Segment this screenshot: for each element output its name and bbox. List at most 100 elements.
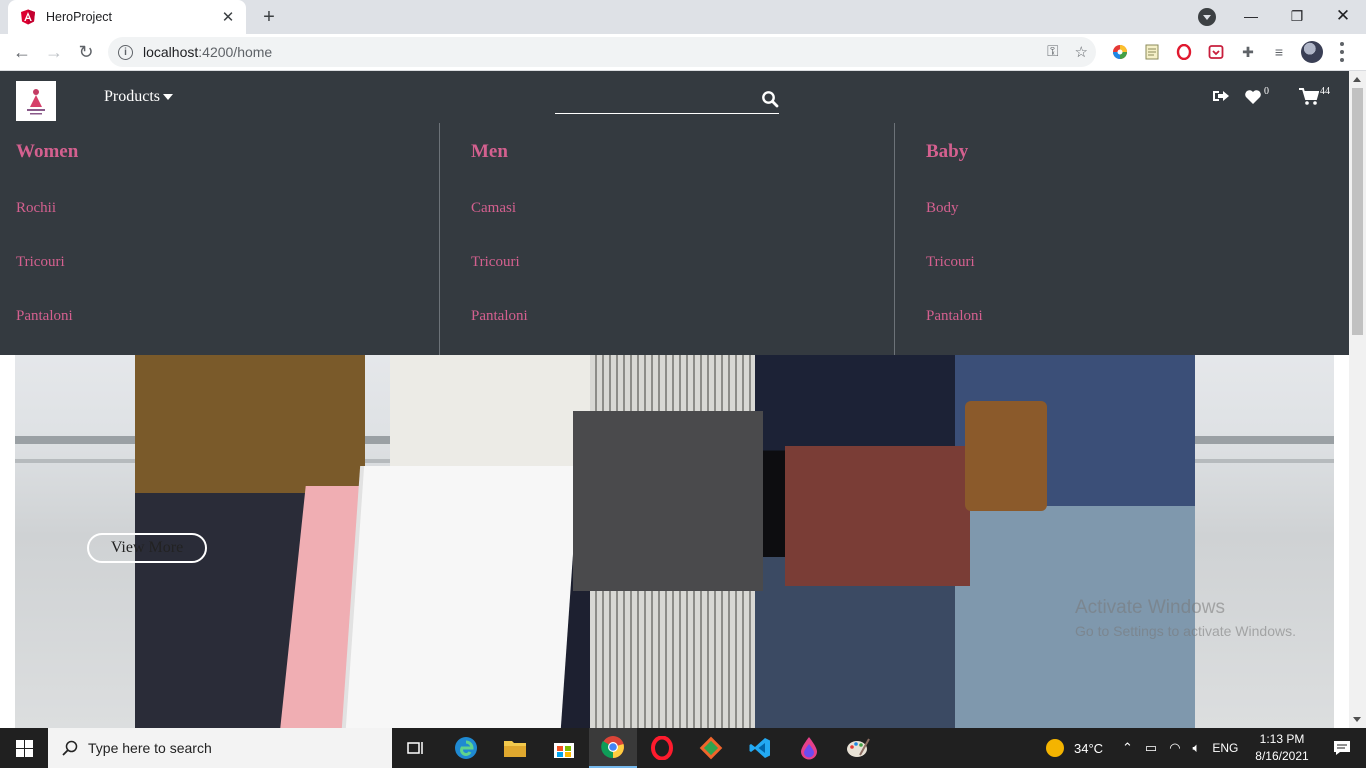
language-indicator[interactable]: ENG <box>1212 741 1238 755</box>
taskbar-search-box[interactable]: Type here to search <box>48 728 392 768</box>
app-navbar: Products 0 44 <box>0 71 1349 123</box>
chrome-icon[interactable] <box>589 728 637 768</box>
menu-item[interactable]: Pantaloni <box>16 308 439 325</box>
menu-item[interactable]: Pantaloni <box>471 308 894 325</box>
products-label: Products <box>104 88 160 105</box>
file-explorer-icon[interactable] <box>491 728 539 768</box>
clock-date: 8/16/2021 <box>1255 749 1309 763</box>
reload-icon[interactable]: ↻ <box>73 39 99 65</box>
menu-column-women: Women Rochii Tricouri Pantaloni <box>0 123 439 355</box>
git-client-icon[interactable] <box>687 728 735 768</box>
products-dropdown-toggle[interactable]: Products <box>104 88 173 106</box>
windows-taskbar: Type here to search 34°C ⌃ ▭ ◠ 🔈︎ ENG 1:… <box>0 728 1366 768</box>
tab-close-icon[interactable]: ✕ <box>220 9 236 26</box>
scroll-down-icon[interactable] <box>1353 717 1361 722</box>
menu-column-baby: Baby Body Tricouri Pantaloni <box>894 123 1349 355</box>
menu-item[interactable]: Body <box>926 200 1349 217</box>
browser-tab[interactable]: HeroProject ✕ <box>8 0 246 34</box>
volume-icon[interactable]: 🔈︎ <box>1193 740 1201 756</box>
windows-logo-icon <box>15 739 33 757</box>
weather-widget[interactable]: 34°C <box>1046 728 1103 768</box>
bookmark-star-icon[interactable]: ☆ <box>1075 43 1088 61</box>
menu-item[interactable]: Rochii <box>16 200 439 217</box>
start-button[interactable] <box>0 728 48 768</box>
minimize-icon[interactable]: — <box>1228 0 1274 32</box>
key-icon[interactable]: ⚿ <box>1047 43 1058 61</box>
taskbar-search-placeholder: Type here to search <box>88 740 212 756</box>
scroll-thumb[interactable] <box>1352 88 1363 335</box>
hero-person <box>955 301 1195 728</box>
address-bar[interactable]: i localhost:4200/home ⚿ ☆ <box>108 37 1096 67</box>
search-icon[interactable] <box>761 90 779 108</box>
notifications-icon[interactable] <box>1318 728 1366 768</box>
search-input[interactable] <box>555 86 755 112</box>
clock-time: 1:13 PM <box>1259 732 1305 746</box>
taskbar-search-icon <box>62 740 78 756</box>
site-logo[interactable] <box>16 81 56 121</box>
hero-banner: View More Activate Windows Go to Setting… <box>15 301 1334 728</box>
weather-temperature: 34°C <box>1074 740 1104 756</box>
restore-icon[interactable]: ❐ <box>1274 0 1320 32</box>
tab-title: HeroProject <box>46 10 112 24</box>
window-close-icon[interactable]: ✕ <box>1320 0 1366 32</box>
products-mega-menu: Women Rochii Tricouri Pantaloni Men Cama… <box>0 123 1349 355</box>
media-queue-icon[interactable]: ≡ <box>1270 43 1288 61</box>
brown-shopping-bag <box>785 446 970 586</box>
page-viewport: View More Activate Windows Go to Setting… <box>0 71 1366 728</box>
notes-extension-icon[interactable] <box>1143 43 1161 61</box>
menu-column-title[interactable]: Baby <box>926 141 1349 163</box>
menu-item[interactable]: Camasi <box>471 200 894 217</box>
activate-windows-watermark: Activate Windows Go to Settings to activ… <box>1075 597 1296 639</box>
site-info-icon[interactable]: i <box>118 44 133 60</box>
drop-app-icon[interactable] <box>785 728 833 768</box>
new-tab-icon[interactable]: + <box>258 6 280 28</box>
view-more-button[interactable]: View More <box>87 533 207 563</box>
cart-icon[interactable] <box>1299 88 1319 106</box>
tab-search-icon[interactable] <box>1198 8 1216 26</box>
color-picker-extension-icon[interactable] <box>1111 43 1129 61</box>
menu-column-men: Men Camasi Tricouri Pantaloni <box>439 123 894 355</box>
taskbar-clock[interactable]: 1:13 PM 8/16/2021 <box>1252 731 1312 765</box>
profile-avatar[interactable] <box>1301 41 1323 63</box>
wishlist-count: 0 <box>1264 86 1269 97</box>
system-tray: ⌃ ▭ ◠ 🔈︎ ENG <box>1122 728 1238 768</box>
sun-icon <box>1046 739 1064 757</box>
extensions-puzzle-icon[interactable]: ✚ <box>1239 43 1257 61</box>
heart-icon[interactable] <box>1244 89 1262 105</box>
battery-icon[interactable]: ▭ <box>1145 740 1157 756</box>
pocket-extension-icon[interactable] <box>1207 43 1225 61</box>
menu-item[interactable]: Pantaloni <box>926 308 1349 325</box>
task-view-icon[interactable] <box>392 728 440 768</box>
menu-item[interactable]: Tricouri <box>471 254 894 271</box>
browser-toolbar: ← → ↻ i localhost:4200/home ⚿ ☆ ✚ ≡ <box>0 34 1366 71</box>
paint-icon[interactable] <box>834 728 882 768</box>
menu-item[interactable]: Tricouri <box>16 254 439 271</box>
menu-column-title[interactable]: Women <box>16 141 439 163</box>
forward-icon[interactable]: → <box>41 39 67 65</box>
cart-count: 44 <box>1320 86 1330 97</box>
white-shopping-bag <box>345 466 580 728</box>
caret-down-icon <box>163 94 173 100</box>
page-scrollbar[interactable] <box>1349 71 1366 728</box>
opera-icon[interactable] <box>638 728 686 768</box>
scroll-up-icon[interactable] <box>1353 77 1361 82</box>
back-icon[interactable]: ← <box>9 39 35 65</box>
url-path: :4200/home <box>198 44 273 60</box>
show-hidden-icons-icon[interactable]: ⌃ <box>1122 740 1133 756</box>
menu-column-title[interactable]: Men <box>471 141 894 163</box>
angular-icon <box>21 9 35 25</box>
vscode-icon[interactable] <box>736 728 784 768</box>
menu-item[interactable]: Tricouri <box>926 254 1349 271</box>
wifi-icon[interactable]: ◠ <box>1169 740 1180 756</box>
edge-icon[interactable] <box>442 728 490 768</box>
opera-extension-icon[interactable] <box>1175 43 1193 61</box>
grey-shopping-bag <box>573 411 763 591</box>
url-host: localhost <box>143 44 199 60</box>
logout-icon[interactable] <box>1212 88 1230 104</box>
browser-menu-icon[interactable] <box>1340 42 1344 62</box>
leather-shoulder-bag <box>965 401 1047 511</box>
browser-tab-strip: HeroProject ✕ + — ❐ ✕ <box>0 0 1366 34</box>
logo-figure-icon <box>27 89 45 115</box>
search-field <box>555 86 779 114</box>
microsoft-store-icon[interactable] <box>540 728 588 768</box>
